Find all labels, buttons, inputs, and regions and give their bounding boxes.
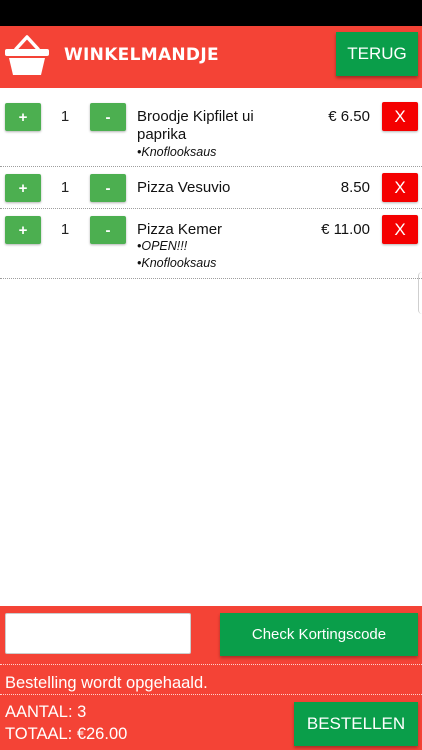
decrease-quantity-button[interactable]: - [90, 103, 126, 131]
item-option: •Knoflooksaus [137, 256, 217, 270]
remove-item-button[interactable]: X [382, 173, 418, 202]
item-price: € 6.50 [328, 108, 370, 125]
cart-list: + 1 - Broodje Kipfilet ui paprika •Knofl… [0, 96, 422, 279]
pickup-status: Bestelling wordt opgehaald. [5, 674, 208, 692]
divider [0, 664, 422, 665]
back-button[interactable]: TERUG [336, 32, 418, 76]
app-header: WINKELMANDJE TERUG [0, 26, 422, 88]
cart-item: + 1 - Broodje Kipfilet ui paprika •Knofl… [0, 96, 422, 167]
cart-item: + 1 - Pizza Vesuvio 8.50 X [0, 167, 422, 209]
item-option: •Knoflooksaus [137, 145, 217, 159]
item-name: Broodje Kipfilet ui paprika [137, 108, 254, 143]
item-price: € 11.00 [321, 221, 370, 238]
status-bar [0, 0, 422, 26]
place-order-button[interactable]: BESTELLEN [294, 702, 418, 746]
shopping-basket-icon [5, 35, 49, 75]
item-count: AANTAL: 3 [5, 703, 87, 721]
remove-item-button[interactable]: X [382, 102, 418, 131]
divider [0, 694, 422, 695]
cart-item: + 1 - Pizza Kemer •OPEN!!! •Knoflooksaus… [0, 209, 422, 279]
increase-quantity-button[interactable]: + [5, 174, 41, 202]
item-option: •OPEN!!! [137, 239, 188, 253]
increase-quantity-button[interactable]: + [5, 103, 41, 131]
item-name: Pizza Vesuvio [137, 179, 231, 196]
scrollbar[interactable] [418, 272, 422, 314]
decrease-quantity-button[interactable]: - [90, 174, 126, 202]
remove-item-button[interactable]: X [382, 215, 418, 244]
discount-code-input[interactable] [5, 613, 191, 654]
page-title: WINKELMANDJE [64, 45, 219, 65]
item-name: Pizza Kemer [137, 221, 223, 238]
decrease-quantity-button[interactable]: - [90, 216, 126, 244]
order-total: TOTAAL: €26.00 [5, 725, 128, 743]
item-price: 8.50 [340, 179, 370, 196]
checkout-footer: Check Kortingscode Bestelling wordt opge… [0, 606, 422, 750]
check-discount-button[interactable]: Check Kortingscode [220, 613, 418, 656]
item-quantity: 1 [60, 179, 70, 196]
item-quantity: 1 [60, 108, 70, 125]
item-quantity: 1 [60, 221, 70, 238]
increase-quantity-button[interactable]: + [5, 216, 41, 244]
